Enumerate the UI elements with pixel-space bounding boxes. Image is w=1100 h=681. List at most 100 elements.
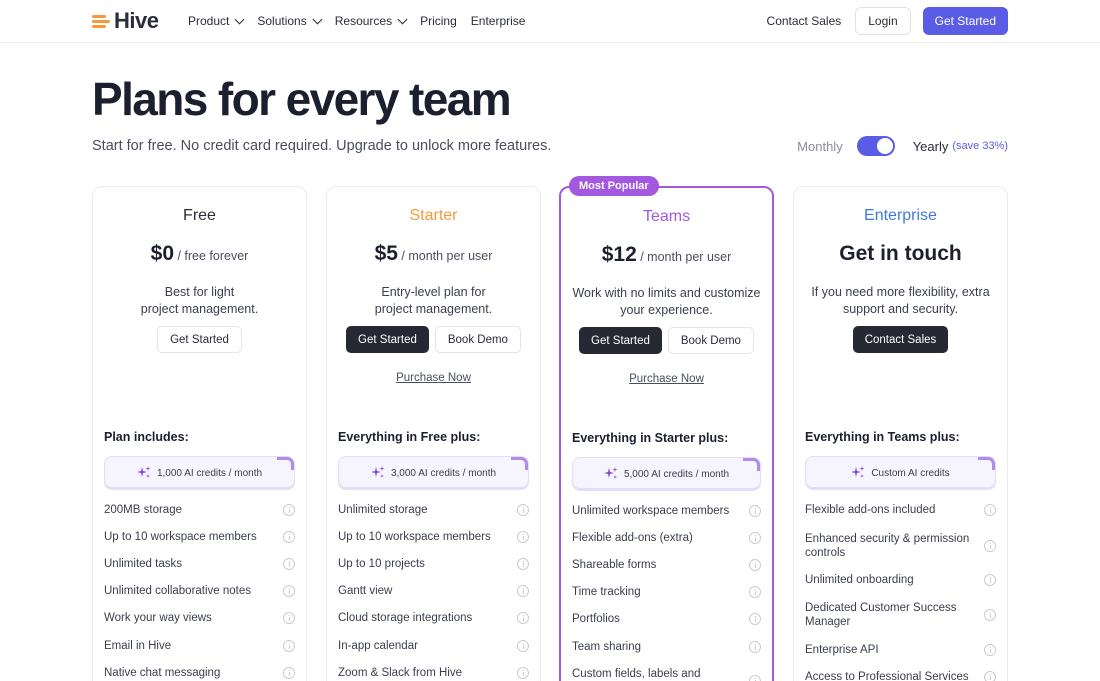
info-icon[interactable] <box>984 644 996 656</box>
plan-description: Work with no limits and customize your ex… <box>571 285 762 319</box>
feature-text: Native chat messaging <box>104 667 221 679</box>
book-demo-button[interactable]: Book Demo <box>667 327 754 354</box>
feature-text: Dedicated Customer Success Manager <box>805 602 957 628</box>
info-icon[interactable] <box>984 574 996 586</box>
info-icon[interactable] <box>749 613 761 625</box>
feature-item: Flexible add-ons (extra) <box>572 531 761 545</box>
feature-text: Time tracking <box>572 586 641 598</box>
sparkle-icon <box>603 467 618 481</box>
plan-price: $12 / month per user <box>561 243 772 267</box>
info-icon[interactable] <box>517 612 529 624</box>
plan-includes-heading: Everything in Starter plus: <box>572 431 729 445</box>
feature-text: Enterprise API <box>805 644 879 656</box>
nav-link-label: Enterprise <box>470 14 526 28</box>
info-icon[interactable] <box>517 667 529 679</box>
plan-description-line: project management. <box>140 302 259 316</box>
ai-credits-label: 1,000 AI credits / month <box>156 467 263 479</box>
info-icon[interactable] <box>749 586 761 598</box>
feature-item: Unlimited collaborative notes <box>104 584 295 598</box>
most-popular-badge: Most Popular <box>569 176 659 196</box>
feature-item: Up to 10 workspace members <box>104 530 295 544</box>
billing-period-toggle[interactable] <box>856 136 895 156</box>
ai-credits-box: Custom AI credits <box>806 457 995 489</box>
nav-link-label: Resources <box>334 14 393 28</box>
feature-item: Dedicated Customer Success Manager <box>805 601 996 629</box>
info-icon[interactable] <box>984 504 996 516</box>
ai-credits-box: 5,000 AI credits / month <box>573 458 760 490</box>
plan-description-line: If you need more flexibility, extra <box>811 285 990 299</box>
feature-text: Work your way views <box>104 612 212 624</box>
info-icon[interactable] <box>749 532 761 544</box>
plan-name: Starter <box>409 207 458 224</box>
nav-link-resources[interactable]: Resources <box>334 14 408 28</box>
info-icon[interactable] <box>517 531 529 543</box>
info-icon[interactable] <box>283 504 295 516</box>
plan-card-enterprise: Enterprise Get in touch If you need more f… <box>793 186 1008 681</box>
sparkle-icon <box>136 466 151 480</box>
feature-text: Unlimited tasks <box>104 558 182 570</box>
feature-text: Unlimited workspace members <box>572 505 730 517</box>
info-icon[interactable] <box>517 558 529 570</box>
info-icon[interactable] <box>749 675 761 681</box>
feature-item: Cloud storage integrations <box>338 611 529 625</box>
info-icon[interactable] <box>517 585 529 597</box>
book-demo-button[interactable]: Book Demo <box>434 326 521 353</box>
info-icon[interactable] <box>283 531 295 543</box>
purchase-now-link[interactable]: Purchase Now <box>327 372 540 384</box>
get-started-button[interactable]: Get Started <box>346 326 429 353</box>
feature-text: Up to 10 workspace members <box>338 531 491 543</box>
ai-credits-label: 5,000 AI credits / month <box>623 468 730 480</box>
feature-text: 200MB storage <box>104 504 182 516</box>
plan-description-line: support and security. <box>842 302 959 316</box>
contact-sales-link[interactable]: Contact Sales <box>767 14 842 28</box>
ai-credits-box: 1,000 AI credits / month <box>105 457 294 489</box>
feature-item: Time tracking <box>572 585 761 599</box>
feature-item: Unlimited workspace members <box>572 504 761 518</box>
plan-includes-heading: Plan includes: <box>104 430 189 444</box>
nav-link-solutions[interactable]: Solutions <box>257 14 323 28</box>
feature-item: Gantt view <box>338 584 529 598</box>
yearly-label[interactable]: Yearly <box>913 139 949 154</box>
nav-link-product[interactable]: Product <box>188 14 245 28</box>
plan-description-line: your experience. <box>620 303 713 317</box>
info-icon[interactable] <box>517 504 529 516</box>
get-started-button[interactable]: Get Started <box>922 7 1008 35</box>
info-icon[interactable] <box>283 585 295 597</box>
top-nav: Hive Product Solutions Resources Pricing Ent… <box>0 0 1100 43</box>
feature-item: Access to Professional Services <box>805 670 996 681</box>
info-icon[interactable] <box>984 540 996 552</box>
feature-item: Portfolios <box>572 612 761 626</box>
monthly-label[interactable]: Monthly <box>797 139 843 154</box>
feature-item: Unlimited tasks <box>104 557 295 571</box>
info-icon[interactable] <box>984 609 996 621</box>
brand-name: Hive <box>114 8 159 33</box>
nav-link-pricing[interactable]: Pricing <box>420 14 457 28</box>
info-icon[interactable] <box>517 640 529 652</box>
feature-item: Enterprise API <box>805 643 996 657</box>
info-icon[interactable] <box>749 559 761 571</box>
plan-description: Entry-level plan for project management. <box>337 284 530 318</box>
login-button[interactable]: Login <box>855 7 911 35</box>
info-icon[interactable] <box>749 641 761 653</box>
get-started-button[interactable]: Get Started <box>157 326 242 353</box>
info-icon[interactable] <box>283 667 295 679</box>
plan-name: Enterprise <box>864 207 937 224</box>
info-icon[interactable] <box>283 558 295 570</box>
purchase-now-link[interactable]: Purchase Now <box>561 373 772 385</box>
feature-item: Native chat messaging <box>104 666 295 680</box>
plan-card-starter: Starter $5 / month per user Entry-level pl… <box>326 186 541 681</box>
info-icon[interactable] <box>749 505 761 517</box>
get-started-button[interactable]: Get Started <box>579 327 662 354</box>
feature-text: Access to Professional Services <box>805 671 969 681</box>
info-icon[interactable] <box>283 640 295 652</box>
price-amount: $5 <box>374 242 398 265</box>
info-icon[interactable] <box>283 612 295 624</box>
nav-links: Product Solutions Resources Pricing Enterpri… <box>188 14 525 28</box>
nav-link-enterprise[interactable]: Enterprise <box>471 14 526 28</box>
contact-sales-button[interactable]: Contact Sales <box>852 326 949 353</box>
hive-logo[interactable]: Hive <box>92 8 159 33</box>
yearly-savings-badge: (save 33%) <box>952 140 1008 152</box>
feature-text: Up to 10 workspace members <box>104 531 257 543</box>
feature-item: Zoom & Slack from Hive <box>338 666 529 680</box>
info-icon[interactable] <box>984 671 996 681</box>
